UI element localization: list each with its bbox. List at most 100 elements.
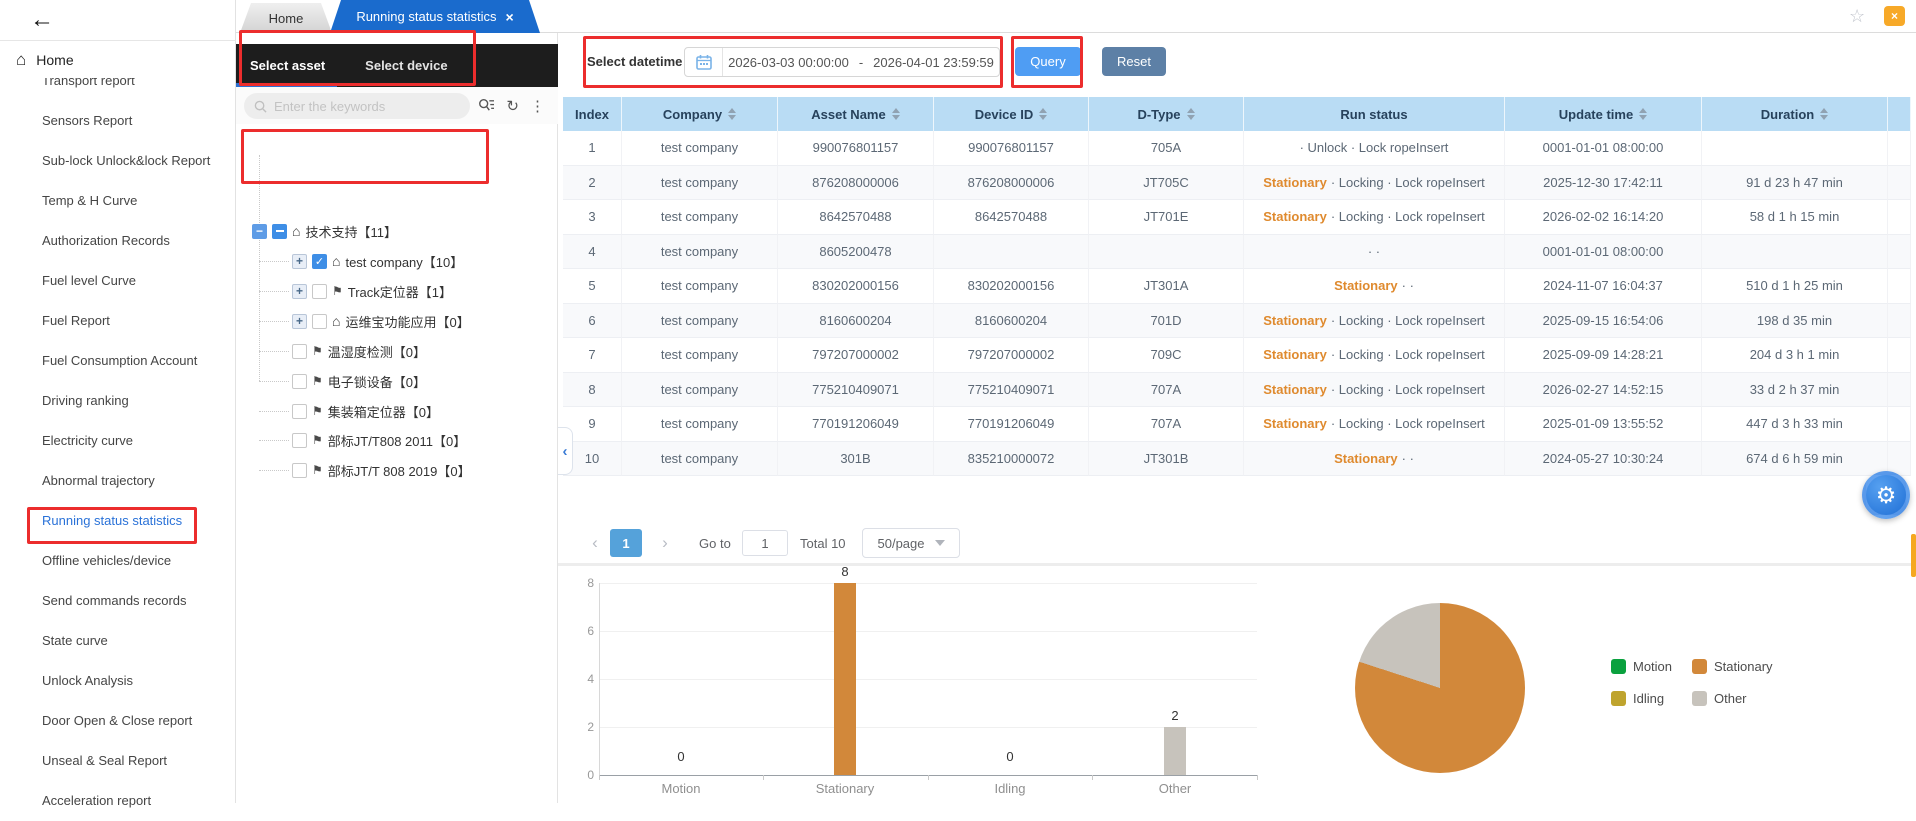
sidebar-item-door-report[interactable]: Door Open & Close report	[0, 701, 235, 741]
col-asset-name[interactable]: Asset Name	[778, 97, 934, 131]
checkbox-empty[interactable]	[292, 463, 307, 478]
table-row[interactable]: 5test company830202000156830202000156JT3…	[563, 269, 1911, 304]
sidebar-item-state-curve[interactable]: State curve	[0, 621, 235, 661]
sort-icon[interactable]	[1820, 108, 1828, 120]
col-duration[interactable]: Duration	[1702, 97, 1888, 131]
legend-item-motion[interactable]: Motion	[1611, 659, 1672, 674]
settings-gear-button[interactable]: ⚙	[1862, 471, 1910, 519]
col-company[interactable]: Company	[622, 97, 778, 131]
tab-select-device[interactable]: Select device	[365, 58, 447, 73]
cell-duration	[1702, 131, 1888, 166]
legend-item-other[interactable]: Other	[1692, 691, 1747, 706]
table-row[interactable]: 1test company990076801157990076801157705…	[563, 131, 1911, 166]
sidebar-item-fuel-report[interactable]: Fuel Report	[0, 301, 235, 341]
expand-node-icon[interactable]: +	[292, 254, 307, 269]
tab-select-asset[interactable]: Select asset	[250, 58, 325, 73]
sidebar-item-home[interactable]: ⌂ Home	[0, 41, 235, 78]
advanced-search-icon[interactable]	[478, 98, 495, 113]
table-row[interactable]: 3test company86425704888642570488JT701ES…	[563, 200, 1911, 235]
tree-node-elock[interactable]: ⚑ 电子锁设备【0】	[236, 366, 558, 396]
checkbox-empty[interactable]	[292, 374, 307, 389]
scrollbar-thumb[interactable]	[1911, 534, 1916, 577]
flag-icon: ⚑	[312, 433, 323, 447]
close-icon[interactable]: ×	[506, 9, 514, 25]
table-row[interactable]: 10test company301B835210000072JT301BStat…	[563, 442, 1911, 477]
sidebar-item-electricity-curve[interactable]: Electricity curve	[0, 421, 235, 461]
table-row[interactable]: 9test company770191206049770191206049707…	[563, 407, 1911, 442]
more-options-icon[interactable]: ⋮	[530, 97, 545, 115]
sort-icon[interactable]	[728, 108, 736, 120]
expand-node-icon[interactable]: +	[292, 284, 307, 299]
sidebar-item-unlock-analysis[interactable]: Unlock Analysis	[0, 661, 235, 701]
expand-node-icon[interactable]: +	[292, 314, 307, 329]
sidebar-item-driving-ranking[interactable]: Driving ranking	[0, 381, 235, 421]
prev-page-icon[interactable]: ‹	[585, 528, 605, 558]
sidebar-item-unseal-seal[interactable]: Unseal & Seal Report	[0, 741, 235, 781]
checkbox-empty[interactable]	[292, 433, 307, 448]
back-arrow-icon[interactable]: ←	[30, 6, 54, 34]
table-row[interactable]: 7test company797207000002797207000002709…	[563, 338, 1911, 373]
col-update-time[interactable]: Update time	[1505, 97, 1702, 131]
table-row[interactable]: 6test company81606002048160600204701DSta…	[563, 304, 1911, 339]
legend-item-idling[interactable]: Idling	[1611, 691, 1664, 706]
table-row[interactable]: 2test company876208000006876208000006JT7…	[563, 166, 1911, 201]
checkbox-empty[interactable]	[312, 284, 327, 299]
legend-item-stationary[interactable]: Stationary	[1692, 659, 1773, 674]
page-number-button[interactable]: 1	[610, 529, 642, 557]
pie-chart[interactable]	[1355, 603, 1525, 773]
tree-node-container-locator[interactable]: ⚑ 集装箱定位器【0】	[236, 396, 558, 426]
gridline	[599, 727, 1257, 728]
table-row[interactable]: 8test company775210409071775210409071707…	[563, 373, 1911, 408]
tab-running-status-statistics[interactable]: Running status statistics ×	[330, 0, 540, 33]
tab-home[interactable]: Home	[240, 3, 332, 33]
cell-update-time: 2025-09-15 16:54:06	[1505, 304, 1702, 339]
sort-icon[interactable]	[892, 108, 900, 120]
sidebar-item-running-status-statistics[interactable]: Running status statistics	[0, 501, 235, 541]
tree-node-jt808-2019[interactable]: ⚑ 部标JT/T 808 2019【0】	[236, 455, 558, 485]
reset-button[interactable]: Reset	[1102, 47, 1166, 76]
sort-icon[interactable]	[1639, 108, 1647, 120]
sidebar-item-sublock-report[interactable]: Sub-lock Unlock&lock Report	[0, 141, 235, 181]
checkbox-checked[interactable]: ✓	[312, 254, 327, 269]
sidebar-item-fuel-level-curve[interactable]: Fuel level Curve	[0, 261, 235, 301]
sidebar-item-abnormal-trajectory[interactable]: Abnormal trajectory	[0, 461, 235, 501]
next-page-icon[interactable]: ›	[655, 528, 675, 558]
col-device-id[interactable]: Device ID	[934, 97, 1089, 131]
corner-close-icon[interactable]: ×	[1884, 6, 1905, 26]
sidebar-item-temp-h-curve[interactable]: Temp & H Curve	[0, 181, 235, 221]
goto-page-input[interactable]	[742, 530, 788, 556]
sort-icon[interactable]	[1039, 108, 1047, 120]
sidebar-item-offline-vehicles[interactable]: Offline vehicles/device	[0, 541, 235, 581]
checkbox-indeterminate[interactable]	[272, 224, 287, 239]
search-input[interactable]	[274, 99, 454, 114]
tree-node-test-company[interactable]: + ✓ ⌂ test company【10】	[236, 246, 558, 276]
sidebar-item-fuel-consumption[interactable]: Fuel Consumption Account	[0, 341, 235, 381]
checkbox-empty[interactable]	[292, 344, 307, 359]
tree-node-track[interactable]: + ⚑ Track定位器【1】	[236, 276, 558, 306]
bar-stationary[interactable]	[834, 583, 856, 775]
refresh-icon[interactable]: ↻	[506, 97, 519, 115]
sidebar-item-acceleration-report[interactable]: Acceleration report	[0, 781, 235, 821]
sidebar-item-send-commands[interactable]: Send commands records	[0, 581, 235, 621]
checkbox-empty[interactable]	[312, 314, 327, 329]
collapse-node-icon[interactable]: −	[252, 224, 267, 239]
bar-other[interactable]	[1164, 727, 1186, 775]
tree-node-yunweibao[interactable]: + ⌂ 运维宝功能应用【0】	[236, 306, 558, 336]
tree-node-root[interactable]: − ⌂ 技术支持【11】	[236, 216, 558, 246]
sidebar-item-authorization-records[interactable]: Authorization Records	[0, 221, 235, 261]
favorite-star-icon[interactable]: ☆	[1849, 6, 1865, 27]
datetime-range-input[interactable]: 2026-03-03 00:00:00 - 2026-04-01 23:59:5…	[684, 47, 1000, 77]
page-size-select[interactable]: 50/page	[862, 528, 960, 558]
tree-node-temp-humidity[interactable]: ⚑ 温湿度检测【0】	[236, 336, 558, 366]
checkbox-empty[interactable]	[292, 404, 307, 419]
col-d-type[interactable]: D-Type	[1089, 97, 1244, 131]
tree-node-jt808-2011[interactable]: ⚑ 部标JT/T808 2011【0】	[236, 425, 558, 455]
gear-icon: ⚙	[1876, 482, 1897, 509]
flag-icon: ⚑	[312, 404, 323, 418]
legend-swatch	[1611, 691, 1626, 706]
query-button[interactable]: Query	[1015, 47, 1081, 76]
collapse-panel-handle[interactable]: ‹	[558, 427, 573, 475]
sidebar-item-sensors-report[interactable]: Sensors Report	[0, 101, 235, 141]
table-row[interactable]: 4test company8605200478· ·0001-01-01 08:…	[563, 235, 1911, 270]
sort-icon[interactable]	[1187, 108, 1195, 120]
